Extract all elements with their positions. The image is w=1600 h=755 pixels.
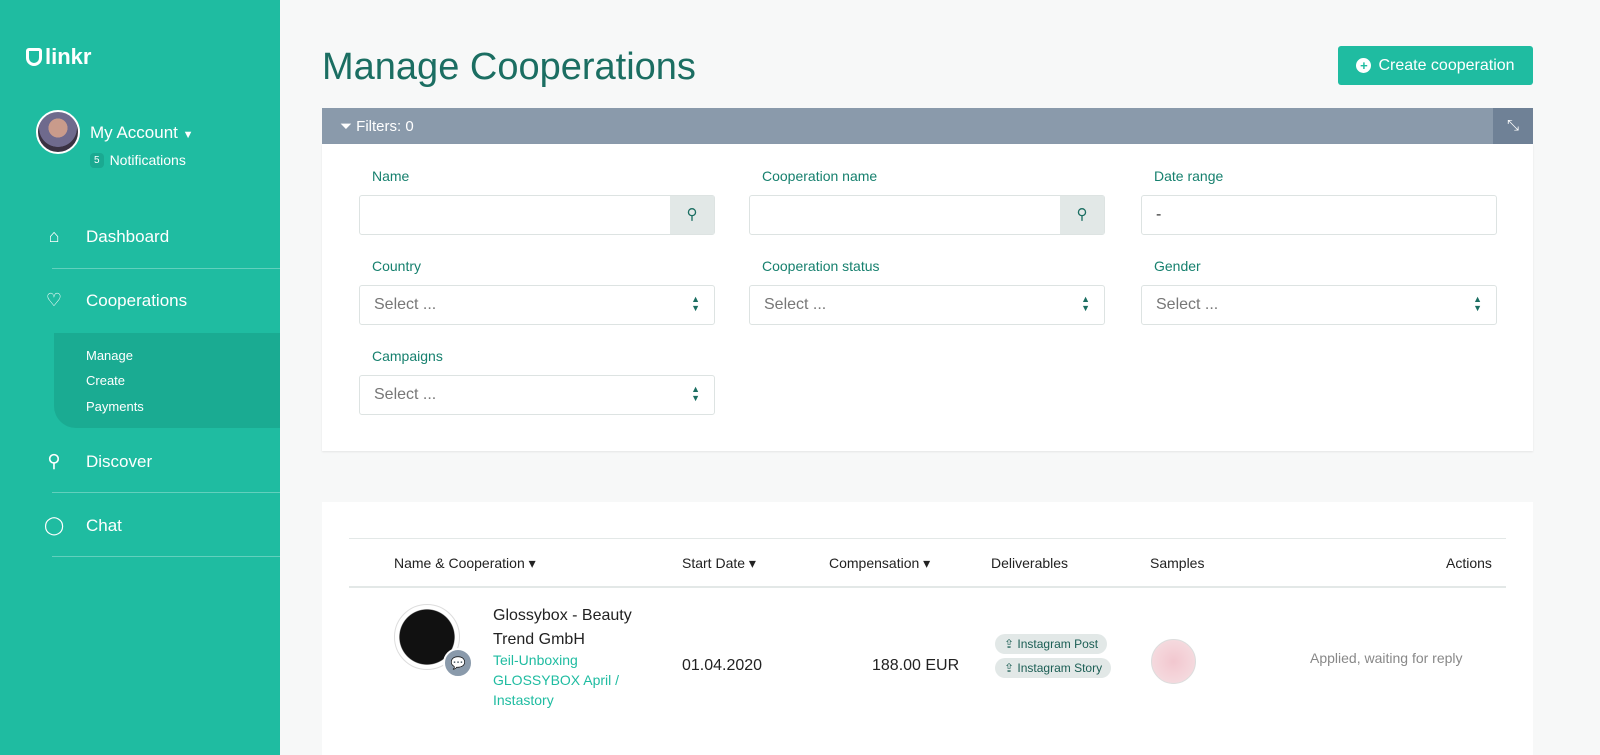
header-samples: Samples xyxy=(1150,555,1205,571)
placeholder: Select ... xyxy=(374,386,437,403)
chat-bubble-icon[interactable]: 💬 xyxy=(443,648,473,678)
start-date: 01.04.2020 xyxy=(682,657,763,674)
name-input[interactable]: ⚲ xyxy=(359,195,715,235)
status-text: Applied, waiting for reply xyxy=(1310,650,1463,666)
upload-icon: ⇪ xyxy=(1004,661,1015,675)
nav-label: Dashboard xyxy=(86,226,170,246)
chat-icon: ◯ xyxy=(44,515,65,535)
header-label: Name & Cooperation xyxy=(394,555,525,571)
filters-title: Filters: 0 xyxy=(356,117,414,135)
label-gender: Gender xyxy=(1154,258,1201,274)
divider xyxy=(349,586,1506,588)
gender-select[interactable]: Select ... ▲ ▼ xyxy=(1141,285,1497,325)
heart-shield-icon xyxy=(26,48,42,66)
account-menu[interactable]: My Account ▼ xyxy=(90,123,194,143)
notifications-link[interactable]: 5 Notifications xyxy=(90,152,186,168)
tag-label: Instagram Post xyxy=(1017,637,1099,651)
sort-icon: ▲ ▼ xyxy=(1473,294,1482,313)
sort-icon: ▲ ▼ xyxy=(691,294,700,313)
cooperation-link[interactable]: Teil-Unboxing GLOSSYBOX April / Instasto… xyxy=(493,650,633,710)
submenu-create[interactable]: Create xyxy=(86,373,125,388)
campaigns-select[interactable]: Select ... ▲ ▼ xyxy=(359,375,715,415)
label-date-range: Date range xyxy=(1154,168,1224,184)
nav-label: Discover xyxy=(86,451,153,471)
sidebar-item-cooperations[interactable]: ♡ Cooperations xyxy=(44,290,187,311)
sidebar: linkr My Account ▼ 5 Notifications ⌂ Dashb… xyxy=(0,0,280,755)
sample-image[interactable] xyxy=(1151,639,1196,684)
button-label: Create cooperation xyxy=(1378,56,1515,74)
label-cooperation-status: Cooperation status xyxy=(762,258,880,274)
plus-circle-icon: + xyxy=(1356,58,1372,73)
date-range-input[interactable]: - xyxy=(1141,195,1497,235)
caret-down-icon: ▼ xyxy=(182,129,194,141)
label-campaigns: Campaigns xyxy=(372,348,443,364)
sidebar-item-discover[interactable]: ⚲ Discover xyxy=(44,451,152,472)
cooperation-name-input[interactable]: ⚲ xyxy=(749,195,1105,235)
sort-icon: ▲ ▼ xyxy=(1081,294,1090,313)
submenu-manage[interactable]: Manage xyxy=(86,348,133,363)
sidebar-item-dashboard[interactable]: ⌂ Dashboard xyxy=(44,226,170,247)
divider xyxy=(52,556,280,557)
divider xyxy=(52,492,280,493)
header-label: Compensation xyxy=(829,555,920,571)
filter-icon: ⏷ xyxy=(340,117,357,135)
nav-label: Cooperations xyxy=(86,290,188,310)
label-country: Country xyxy=(372,258,422,274)
label-cooperation-name: Cooperation name xyxy=(762,168,878,184)
notifications-label: Notifications xyxy=(109,152,186,168)
search-icon: ⚲ xyxy=(47,451,61,471)
compensation: 188.00 EUR xyxy=(872,657,960,674)
collapse-icon[interactable]: ⤡ xyxy=(1493,108,1533,144)
header-deliverables: Deliverables xyxy=(991,555,1069,571)
country-select[interactable]: Select ... ▲ ▼ xyxy=(359,285,715,325)
label-name: Name xyxy=(372,168,410,184)
filters-bar[interactable]: ⏷ Filters: 0 ⤡ xyxy=(322,108,1533,144)
deliverable-tag: ⇪ Instagram Story xyxy=(995,658,1112,678)
page-title: Manage Cooperations xyxy=(322,46,696,88)
nav-label: Chat xyxy=(86,515,122,535)
header-label: Start Date xyxy=(682,555,746,571)
placeholder: Select ... xyxy=(374,296,437,313)
sort-icon: ▲ ▼ xyxy=(691,384,700,403)
notification-count: 5 xyxy=(90,152,104,168)
header-start-date[interactable]: Start Date ▾ xyxy=(682,555,756,572)
divider xyxy=(52,268,280,269)
company-name[interactable]: Glossybox - Beauty Trend GmbH xyxy=(493,604,653,652)
date-range-value: - xyxy=(1156,206,1162,223)
account-label: My Account xyxy=(90,123,178,142)
search-button[interactable]: ⚲ xyxy=(1060,196,1104,234)
divider xyxy=(349,538,1506,539)
home-icon: ⌂ xyxy=(48,226,60,246)
placeholder: Select ... xyxy=(764,296,827,313)
placeholder: Select ... xyxy=(1156,296,1219,313)
tag-label: Instagram Story xyxy=(1017,661,1103,675)
filters-panel: Name ⚲ Cooperation name ⚲ Date range - C… xyxy=(322,144,1533,451)
heart-icon: ♡ xyxy=(45,290,63,310)
header-actions: Actions xyxy=(1446,555,1492,571)
avatar[interactable] xyxy=(36,110,80,154)
header-name[interactable]: Name & Cooperation ▾ xyxy=(394,555,536,572)
logo[interactable]: linkr xyxy=(26,44,91,70)
create-cooperation-button[interactable]: + Create cooperation xyxy=(1338,46,1533,85)
cooperations-submenu: Manage Create Payments xyxy=(54,333,280,428)
submenu-payments[interactable]: Payments xyxy=(86,399,144,414)
upload-icon: ⇪ xyxy=(1004,637,1015,651)
cooperation-status-select[interactable]: Select ... ▲ ▼ xyxy=(749,285,1105,325)
sidebar-item-chat[interactable]: ◯ Chat xyxy=(44,515,122,536)
header-compensation[interactable]: Compensation ▾ xyxy=(829,555,930,572)
deliverable-tag: ⇪ Instagram Post xyxy=(995,634,1108,654)
search-button[interactable]: ⚲ xyxy=(670,196,714,234)
logo-text: linkr xyxy=(45,44,92,69)
